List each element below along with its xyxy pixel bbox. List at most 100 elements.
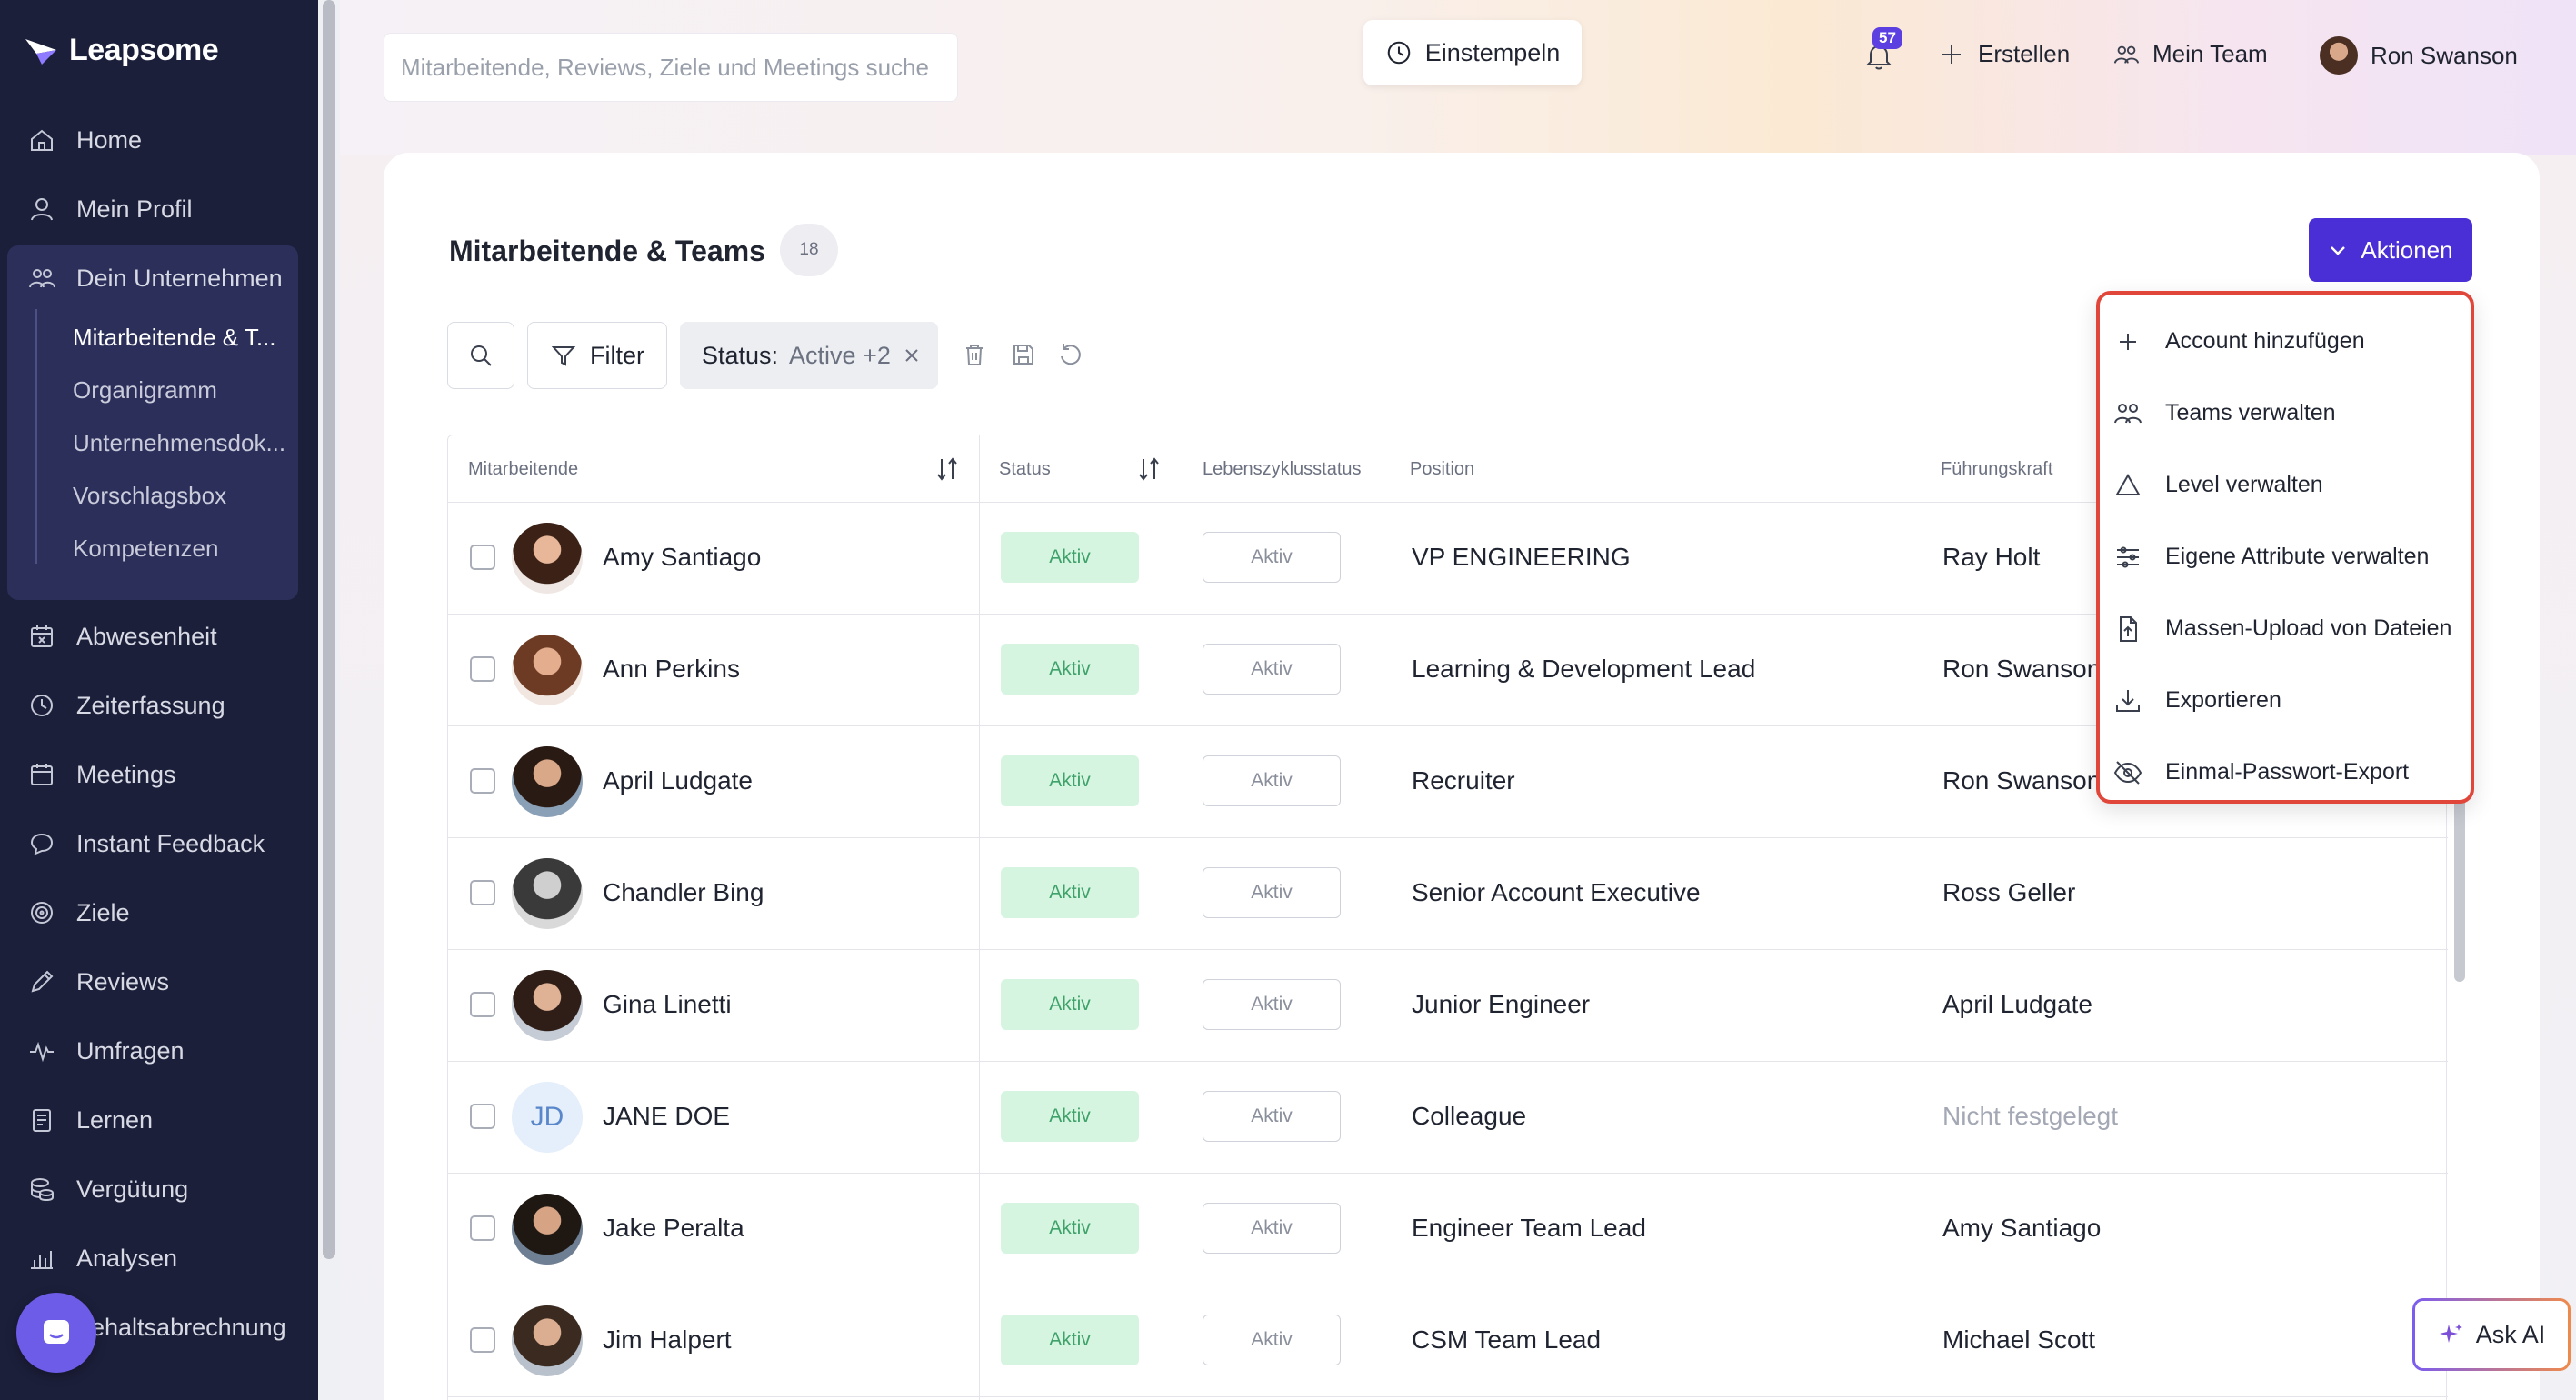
sidebar-item-company[interactable]: Dein Unternehmen xyxy=(27,260,283,296)
lifecycle-badge: Aktiv xyxy=(1203,532,1341,583)
status-filter-chip[interactable]: Status: Active +2 xyxy=(680,322,938,389)
employee-name[interactable]: Chandler Bing xyxy=(603,878,764,907)
sidebar-item-surveys[interactable]: Umfragen xyxy=(27,1033,185,1069)
employee-name[interactable]: Jim Halpert xyxy=(603,1325,732,1355)
sidebar-item-profile[interactable]: Mein Profil xyxy=(27,191,193,227)
menu-item-otp-export[interactable]: Einmal-Passwort-Export xyxy=(2100,736,2471,808)
menu-item-add-account[interactable]: Account hinzufügen xyxy=(2100,305,2471,377)
sidebar-item-learning[interactable]: Lernen xyxy=(27,1102,153,1138)
sidebar: Leapsome Home Mein Profil Dein Unternehm… xyxy=(0,0,318,1400)
sidebar-item-reviews[interactable]: Reviews xyxy=(27,964,169,1000)
lifecycle-badge: Aktiv xyxy=(1203,979,1341,1030)
global-search-input[interactable]: Mitarbeitende, Reviews, Ziele und Meetin… xyxy=(384,33,958,102)
table-row[interactable]: Chandler Bing Aktiv Aktiv Senior Account Ex… xyxy=(448,838,2448,950)
logo-text: Leapsome xyxy=(69,33,219,67)
menu-item-manage-levels[interactable]: Level verwalten xyxy=(2100,449,2471,521)
search-icon xyxy=(471,345,492,366)
sidebar-item-instant-feedback[interactable]: Instant Feedback xyxy=(27,825,265,862)
sidebar-item-goals[interactable]: Ziele xyxy=(27,895,130,931)
sidebar-scrollbar-thumb[interactable] xyxy=(323,0,335,1259)
employee-manager[interactable]: Ron Swanson xyxy=(1942,766,2101,795)
header-position[interactable]: Position xyxy=(1410,459,1474,480)
clock-in-button[interactable]: Einstempeln xyxy=(1363,20,1582,85)
delete-filter-button[interactable] xyxy=(960,340,989,369)
sidebar-subitem-employees-teams[interactable]: Mitarbeitende & T... xyxy=(73,324,276,352)
menu-item-label: Level verwalten xyxy=(2165,472,2323,497)
employee-manager[interactable]: Ron Swanson xyxy=(1942,655,2101,684)
sidebar-subitem-competencies[interactable]: Kompetenzen xyxy=(73,535,218,563)
employee-manager[interactable]: Ray Holt xyxy=(1942,543,2040,572)
file-upload-icon xyxy=(2120,615,2137,642)
sort-icon[interactable] xyxy=(1135,455,1163,483)
avatar xyxy=(512,1194,583,1265)
sort-icon[interactable] xyxy=(934,455,961,483)
table-search-button[interactable] xyxy=(447,322,514,389)
home-icon xyxy=(31,129,53,151)
sidebar-item-label: Dein Unternehmen xyxy=(76,264,283,292)
table-row[interactable]: Gina Linetti Aktiv Aktiv Junior Engineer Apr… xyxy=(448,950,2448,1062)
sidebar-subitem-suggestion-box[interactable]: Vorschlagsbox xyxy=(73,482,226,510)
row-checkbox[interactable] xyxy=(470,992,495,1017)
menu-item-manage-attributes[interactable]: Eigene Attribute verwalten xyxy=(2100,521,2471,593)
menu-item-bulk-upload[interactable]: Massen-Upload von Dateien xyxy=(2100,593,2471,665)
row-checkbox[interactable] xyxy=(470,545,495,570)
employee-manager[interactable]: Amy Santiago xyxy=(1942,1214,2101,1243)
leapsome-logo[interactable]: Leapsome xyxy=(24,33,219,68)
employee-name[interactable]: JANE DOE xyxy=(603,1102,730,1131)
reset-filter-button[interactable] xyxy=(1056,340,1085,369)
header-employee[interactable]: Mitarbeitende xyxy=(468,459,578,480)
header-manager[interactable]: Führungskraft xyxy=(1941,459,2052,480)
sidebar-subitem-org-chart[interactable]: Organigramm xyxy=(73,376,217,405)
row-checkbox[interactable] xyxy=(470,656,495,682)
close-icon[interactable] xyxy=(902,345,922,365)
create-button[interactable]: Erstellen xyxy=(1938,40,2070,68)
save-icon xyxy=(1013,345,1033,365)
sidebar-item-payroll[interactable]: ehaltsabrechnung xyxy=(91,1309,286,1345)
header-status[interactable]: Status xyxy=(999,459,1051,480)
employee-name[interactable]: Gina Linetti xyxy=(603,990,732,1019)
table-row[interactable]: Jim Halpert Aktiv Aktiv CSM Team Lead Michae… xyxy=(448,1285,2448,1397)
actions-button[interactable]: Aktionen xyxy=(2309,218,2472,282)
employee-name[interactable]: Ann Perkins xyxy=(603,655,740,684)
employee-manager[interactable]: Michael Scott xyxy=(1942,1325,2095,1355)
user-name: Ron Swanson xyxy=(2371,41,2518,69)
ask-ai-button[interactable]: Ask AI xyxy=(2412,1298,2571,1371)
sidebar-scrollbar[interactable] xyxy=(318,0,340,1400)
filter-button[interactable]: Filter xyxy=(527,322,667,389)
users-icon xyxy=(29,269,55,288)
table-scrollbar-thumb[interactable] xyxy=(2454,782,2465,982)
save-filter-button[interactable] xyxy=(1009,340,1038,369)
row-checkbox[interactable] xyxy=(470,880,495,905)
eye-off-icon xyxy=(2113,760,2142,785)
header-lifecycle[interactable]: Lebenszyklusstatus xyxy=(1203,459,1362,480)
avatar xyxy=(512,970,583,1041)
sidebar-item-time-tracking[interactable]: Zeiterfassung xyxy=(27,687,225,724)
my-team-button[interactable]: Mein Team xyxy=(2112,40,2268,68)
employee-position: VP ENGINEERING xyxy=(1412,543,1631,571)
sidebar-item-label: Mein Profil xyxy=(76,195,193,223)
employee-manager[interactable]: Ross Geller xyxy=(1942,878,2075,907)
sidebar-item-compensation[interactable]: Vergütung xyxy=(27,1171,188,1207)
row-checkbox[interactable] xyxy=(470,1104,495,1129)
employee-manager[interactable]: Nicht festgelegt xyxy=(1942,1102,2118,1131)
menu-item-export[interactable]: Exportieren xyxy=(2100,665,2471,736)
row-checkbox[interactable] xyxy=(470,1327,495,1353)
calendar-x-icon xyxy=(31,625,53,647)
row-checkbox[interactable] xyxy=(470,1215,495,1241)
employee-position: Recruiter xyxy=(1412,766,1515,795)
menu-item-manage-teams[interactable]: Teams verwalten xyxy=(2100,377,2471,449)
employee-manager[interactable]: April Ludgate xyxy=(1942,990,2092,1019)
sidebar-item-absence[interactable]: Abwesenheit xyxy=(27,618,217,655)
user-menu-button[interactable]: Ron Swanson xyxy=(2320,36,2518,75)
employee-name[interactable]: Amy Santiago xyxy=(603,543,761,572)
employee-name[interactable]: Jake Peralta xyxy=(603,1214,744,1243)
table-row[interactable]: JD JANE DOE Aktiv Aktiv Colleague Nicht festg… xyxy=(448,1062,2448,1174)
sidebar-subitem-company-docs[interactable]: Unternehmensdok... xyxy=(73,429,285,457)
employee-name[interactable]: April Ludgate xyxy=(603,766,753,795)
support-chat-button[interactable] xyxy=(16,1293,96,1373)
sidebar-item-home[interactable]: Home xyxy=(27,122,142,158)
table-row[interactable]: Jake Peralta Aktiv Aktiv Engineer Team Lead… xyxy=(448,1174,2448,1285)
row-checkbox[interactable] xyxy=(470,768,495,794)
sidebar-item-analytics[interactable]: Analysen xyxy=(27,1240,177,1276)
sidebar-item-meetings[interactable]: Meetings xyxy=(27,756,176,793)
